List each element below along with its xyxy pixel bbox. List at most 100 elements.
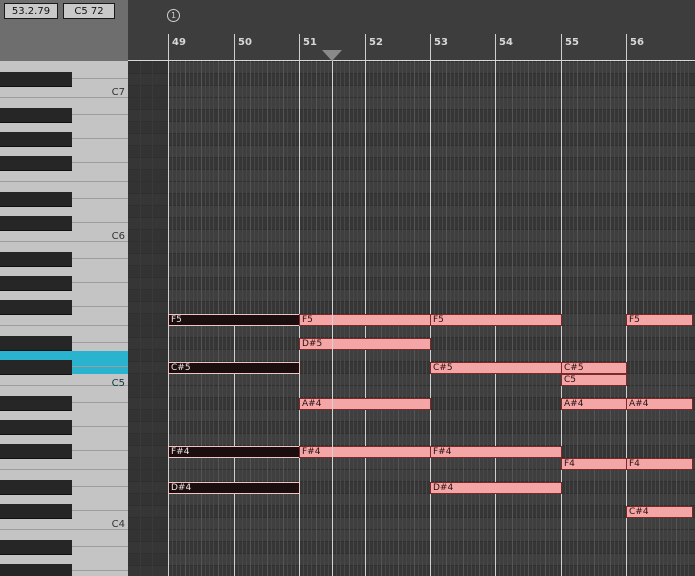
black-key[interactable] (0, 156, 72, 171)
midi-note[interactable]: F#4 (168, 446, 300, 458)
black-key[interactable] (0, 252, 72, 267)
beat-line (569, 61, 570, 576)
midi-note[interactable]: A#4 (299, 398, 431, 410)
midi-note[interactable]: D#4 (430, 482, 562, 494)
midi-note[interactable]: C5 (561, 374, 627, 386)
midi-note[interactable]: F5 (299, 314, 431, 326)
bar-number: 54 (499, 37, 513, 48)
black-key[interactable] (0, 504, 72, 519)
midi-note[interactable]: F#4 (430, 446, 562, 458)
black-key[interactable] (0, 564, 72, 576)
playhead-line (332, 61, 333, 576)
black-key[interactable] (0, 444, 72, 459)
note-readout[interactable]: C5 72 (63, 3, 115, 19)
toolbar-readout-area: 53.2.79 C5 72 (0, 0, 128, 61)
note-grid[interactable]: F5 F5 F5 F5 D#5 C#5 C#5 C#5 C5 A#4 A#4 A#4 F#4 F#4 F#4… (128, 61, 695, 576)
midi-note[interactable]: C#5 (561, 362, 627, 374)
beat-line (614, 61, 615, 576)
white-key-divider (72, 114, 128, 115)
bar-number: 52 (369, 37, 383, 48)
white-key-divider (72, 198, 128, 199)
bar-tick (626, 34, 627, 60)
beat-line (610, 61, 611, 576)
bar-number: 50 (238, 37, 252, 48)
octave-label: C5 (111, 378, 125, 389)
beat-line (573, 61, 574, 576)
bar-tick (234, 34, 235, 60)
white-key-divider (72, 282, 128, 283)
midi-note[interactable]: C#5 (168, 362, 300, 374)
bar-tick (430, 34, 431, 60)
beat-line (618, 61, 619, 576)
bar-number: 56 (630, 37, 644, 48)
black-key[interactable] (0, 72, 72, 87)
timeline-ruler[interactable]: 49 50 51 52 53 54 55 56 (128, 0, 695, 61)
midi-note[interactable]: A#4 (626, 398, 693, 410)
beat-line (594, 61, 595, 576)
black-key[interactable] (0, 300, 72, 315)
octave-label: C4 (111, 519, 125, 530)
white-key-divider (72, 138, 128, 139)
octave-label: C7 (111, 87, 125, 98)
beat-line (598, 61, 599, 576)
midi-note[interactable]: F5 (430, 314, 562, 326)
black-key[interactable] (0, 108, 72, 123)
piano-keyboard[interactable]: C7 C6 C5 C4 (0, 61, 128, 576)
white-key-divider (72, 570, 128, 571)
white-key-divider (72, 162, 128, 163)
white-key-divider (0, 241, 128, 242)
bar-tick (495, 34, 496, 60)
midi-note[interactable]: F#4 (299, 446, 431, 458)
beat-line (152, 61, 153, 576)
midi-note[interactable]: C#5 (430, 362, 562, 374)
black-key[interactable] (0, 540, 72, 555)
midi-note[interactable]: A#4 (561, 398, 627, 410)
white-key-divider (72, 366, 128, 367)
midi-note[interactable]: C#4 (626, 506, 693, 518)
beat-line (589, 61, 590, 576)
beat-line (622, 61, 623, 576)
beat-line (577, 61, 578, 576)
beat-line (565, 61, 566, 576)
marker-icon[interactable]: 1 (167, 9, 180, 22)
white-key-divider (0, 181, 128, 182)
white-key-divider (72, 78, 128, 79)
marker-number: 1 (170, 11, 177, 20)
black-key[interactable] (0, 396, 72, 411)
black-key[interactable] (0, 276, 72, 291)
white-key-divider (72, 426, 128, 427)
white-key-divider (0, 385, 128, 386)
bar-tick (561, 34, 562, 60)
midi-note[interactable]: D#4 (168, 482, 300, 494)
bar-number: 53 (434, 37, 448, 48)
beat-line (140, 61, 141, 576)
black-key[interactable] (0, 192, 72, 207)
midi-note[interactable]: F5 (168, 314, 300, 326)
beat-line (581, 61, 582, 576)
position-readout[interactable]: 53.2.79 (4, 3, 58, 19)
black-key[interactable] (0, 480, 72, 495)
black-key[interactable] (0, 216, 72, 231)
white-key-divider (72, 306, 128, 307)
bar-number: 49 (172, 37, 186, 48)
playhead-cursor-icon[interactable] (322, 50, 342, 61)
midi-note[interactable]: D#5 (299, 338, 431, 350)
bar-tick (168, 34, 169, 60)
white-key-divider (0, 529, 128, 530)
white-key-divider (0, 325, 128, 326)
black-key[interactable] (0, 336, 72, 351)
midi-note[interactable]: F5 (626, 314, 693, 326)
white-key-divider (0, 97, 128, 98)
white-key-divider (72, 450, 128, 451)
black-key[interactable] (0, 132, 72, 147)
black-key[interactable] (0, 360, 72, 375)
white-key-divider (72, 402, 128, 403)
midi-note[interactable]: F4 (561, 458, 627, 470)
black-key[interactable] (0, 420, 72, 435)
white-key-divider (72, 546, 128, 547)
midi-note[interactable]: F4 (626, 458, 693, 470)
white-key-divider (72, 486, 128, 487)
white-key-divider (72, 258, 128, 259)
beat-line (606, 61, 607, 576)
white-key-divider (72, 222, 128, 223)
